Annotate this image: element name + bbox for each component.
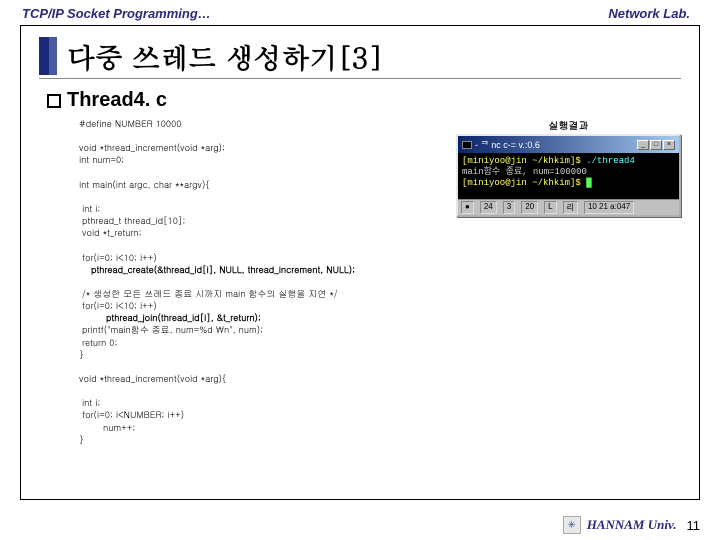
square-bullet-icon xyxy=(47,94,61,108)
subhead: Thread4. c xyxy=(47,89,681,112)
terminal-icon xyxy=(462,141,472,149)
status-cell: 24 xyxy=(480,201,497,214)
title-row: 다중 쓰레드 생성하기[3] xyxy=(39,36,681,76)
header-left: TCP/IP Socket Programming… xyxy=(22,6,211,21)
terminal-body: [miniyoo@jin ~/khkim]$ ./thread4 main함수 … xyxy=(458,153,679,199)
subhead-text: Thread4. c xyxy=(67,89,167,112)
slide-footer: ✳ HANNAM Univ. 11 xyxy=(563,516,700,534)
status-cell: 20 xyxy=(521,201,538,214)
maximize-icon[interactable]: □ xyxy=(650,140,662,150)
page-number: 11 xyxy=(687,518,701,533)
code-bold-join: pthread_join(thread_id[i], &t_return); xyxy=(79,311,261,324)
close-icon[interactable]: × xyxy=(663,140,675,150)
code-bold-create: pthread_create(&thread_id[i], NULL, thre… xyxy=(79,263,355,276)
result-column: 실행결과 - ᄏ nc c‑= v.:0.6 _ □ × [miniyoo@ji… xyxy=(456,118,681,446)
title-accent-bar xyxy=(39,37,57,75)
result-label: 실행결과 xyxy=(456,118,681,132)
main-frame: 다중 쓰레드 생성하기[3] Thread4. c #define NUMBER… xyxy=(20,25,700,500)
header-right: Network Lab. xyxy=(608,6,690,21)
status-cell: 리 xyxy=(563,201,578,214)
footer-text: HANNAM Univ. xyxy=(587,517,677,533)
status-cell: 3 xyxy=(503,201,515,214)
terminal-statusbar: ● 24 3 20 L 리 10 21 a:047 xyxy=(458,199,679,215)
code-block: #define NUMBER 10000 void *thread_increm… xyxy=(79,118,444,446)
slide-title: 다중 쓰레드 생성하기[3] xyxy=(67,36,382,76)
title-underline xyxy=(39,78,681,79)
terminal-window: - ᄏ nc c‑= v.:0.6 _ □ × [miniyoo@jin ~/k… xyxy=(456,134,681,217)
minimize-icon[interactable]: _ xyxy=(637,140,649,150)
terminal-window-buttons: _ □ × xyxy=(637,140,675,150)
terminal-title: - ᄏ nc c‑= v.:0.6 xyxy=(475,138,540,151)
status-cell: L xyxy=(544,201,556,214)
status-cell: 10 21 a:047 xyxy=(584,201,634,214)
university-logo-icon: ✳ xyxy=(563,516,581,534)
content-area: #define NUMBER 10000 void *thread_increm… xyxy=(39,118,681,446)
slide-header: TCP/IP Socket Programming… Network Lab. xyxy=(0,0,720,25)
terminal-titlebar: - ᄏ nc c‑= v.:0.6 _ □ × xyxy=(458,136,679,153)
status-cell: ● xyxy=(461,201,474,214)
